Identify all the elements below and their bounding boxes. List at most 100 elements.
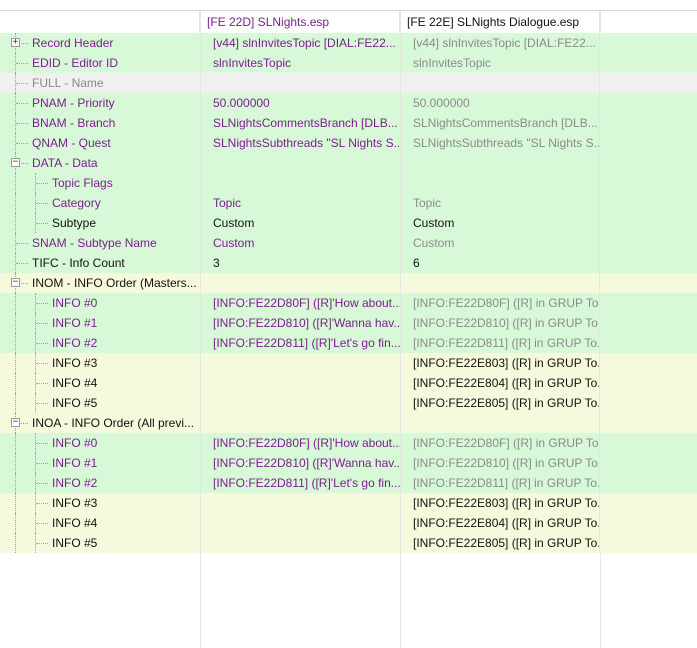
value-cell-plugin-1[interactable]: [INFO:FE22D80F] ([R]'How about... [200,293,400,313]
value-cell-plugin-2[interactable]: [INFO:FE22E803] ([R] in GRUP To... [400,493,600,513]
row-label-cell[interactable]: INFO #2 [0,473,200,493]
value-cell-plugin-1[interactable]: [v44] slnInvitesTopic [DIAL:FE22... [200,33,400,53]
value-cell-plugin-1[interactable] [200,393,400,413]
value-cell-plugin-2[interactable] [400,413,600,433]
collapse-icon[interactable]: − [11,418,20,427]
collapse-icon[interactable]: − [11,278,20,287]
value-cell-plugin-1[interactable]: 3 [200,253,400,273]
row-label-cell[interactable]: INFO #3 [0,493,200,513]
tree-row[interactable]: − DATA - Data [0,153,697,173]
row-label-cell[interactable]: INFO #5 [0,533,200,553]
tree-row[interactable]: + Record Header [v44] slnInvitesTopic [DIA… [0,33,697,53]
row-label-cell[interactable]: INFO #1 [0,453,200,473]
value-cell-plugin-1[interactable]: SLNightsCommentsBranch [DLB... [200,113,400,133]
row-label-cell[interactable]: SNAM - Subtype Name [0,233,200,253]
collapse-icon[interactable]: − [11,158,20,167]
value-cell-plugin-1[interactable]: Custom [200,213,400,233]
tree-row[interactable]: INFO #2 [INFO:FE22D811] ([R]'Let's go fin… [0,333,697,353]
header-plugin-1[interactable]: [FE 22D] SLNights.esp [200,11,400,33]
value-cell-plugin-2[interactable]: [INFO:FE22D80F] ([R] in GRUP To... [400,293,600,313]
row-label-cell[interactable]: Topic Flags [0,173,200,193]
value-cell-plugin-2[interactable]: [INFO:FE22D810] ([R] in GRUP To... [400,313,600,333]
tree-row[interactable]: INFO #1 [INFO:FE22D810] ([R]'Wanna hav...… [0,453,697,473]
row-label-cell[interactable]: INFO #5 [0,393,200,413]
value-cell-plugin-1[interactable] [200,153,400,173]
value-cell-plugin-1[interactable]: [INFO:FE22D810] ([R]'Wanna hav... [200,313,400,333]
tree-row[interactable]: Topic Flags [0,173,697,193]
tree-row[interactable]: PNAM - Priority 50.000000 50.000000 [0,93,697,113]
value-cell-plugin-2[interactable]: [INFO:FE22E804] ([R] in GRUP To... [400,513,600,533]
row-label-cell[interactable]: INFO #1 [0,313,200,333]
value-cell-plugin-2[interactable]: [INFO:FE22D811] ([R] in GRUP To... [400,473,600,493]
value-cell-plugin-1[interactable] [200,413,400,433]
value-cell-plugin-2[interactable]: [INFO:FE22E803] ([R] in GRUP To... [400,353,600,373]
value-cell-plugin-2[interactable] [400,153,600,173]
value-cell-plugin-2[interactable]: [INFO:FE22E804] ([R] in GRUP To... [400,373,600,393]
tree-row[interactable]: BNAM - Branch SLNightsCommentsBranch [DLB… [0,113,697,133]
tree-row[interactable]: − INOA - INFO Order (All previ... [0,413,697,433]
value-cell-plugin-2[interactable]: [INFO:FE22E805] ([R] in GRUP To... [400,533,600,553]
value-cell-plugin-1[interactable] [200,273,400,293]
row-label-cell[interactable]: TIFC - Info Count [0,253,200,273]
value-cell-plugin-1[interactable]: slnInvitesTopic [200,53,400,73]
value-cell-plugin-2[interactable]: [INFO:FE22D80F] ([R] in GRUP To... [400,433,600,453]
value-cell-plugin-1[interactable]: SLNightsSubthreads "SL Nights S... [200,133,400,153]
value-cell-plugin-2[interactable] [400,73,600,93]
tree-row[interactable]: INFO #0 [INFO:FE22D80F] ([R]'How about...… [0,433,697,453]
value-cell-plugin-2[interactable]: SLNightsCommentsBranch [DLB... [400,113,600,133]
tree-row[interactable]: INFO #5 [INFO:FE22E805] ([R] in GRUP To..… [0,533,697,553]
tree-row[interactable]: FULL - Name [0,73,697,93]
value-cell-plugin-2[interactable]: [INFO:FE22D810] ([R] in GRUP To... [400,453,600,473]
tree-row[interactable]: SNAM - Subtype Name Custom Custom [0,233,697,253]
tree-row[interactable]: INFO #3 [INFO:FE22E803] ([R] in GRUP To..… [0,493,697,513]
value-cell-plugin-2[interactable] [400,273,600,293]
tree-row[interactable]: Category Topic Topic [0,193,697,213]
value-cell-plugin-1[interactable]: [INFO:FE22D811] ([R]'Let's go fin... [200,473,400,493]
tree-row[interactable]: INFO #3 [INFO:FE22E803] ([R] in GRUP To..… [0,353,697,373]
tree-row[interactable]: INFO #1 [INFO:FE22D810] ([R]'Wanna hav...… [0,313,697,333]
row-label-cell[interactable]: EDID - Editor ID [0,53,200,73]
tree-row[interactable]: TIFC - Info Count 3 6 [0,253,697,273]
row-label-cell[interactable]: INFO #4 [0,373,200,393]
row-label-cell[interactable]: BNAM - Branch [0,113,200,133]
value-cell-plugin-2[interactable]: [INFO:FE22E805] ([R] in GRUP To... [400,393,600,413]
row-label-cell[interactable]: INFO #4 [0,513,200,533]
row-label-cell[interactable]: − INOA - INFO Order (All previ... [0,413,200,433]
value-cell-plugin-2[interactable]: [INFO:FE22D811] ([R] in GRUP To... [400,333,600,353]
value-cell-plugin-1[interactable]: Topic [200,193,400,213]
row-label-cell[interactable]: − INOM - INFO Order (Masters... [0,273,200,293]
tree-row[interactable]: Subtype Custom Custom [0,213,697,233]
row-label-cell[interactable]: INFO #2 [0,333,200,353]
value-cell-plugin-2[interactable]: 6 [400,253,600,273]
row-label-cell[interactable]: INFO #3 [0,353,200,373]
header-labels-column[interactable] [0,11,200,33]
tree-row[interactable]: INFO #0 [INFO:FE22D80F] ([R]'How about...… [0,293,697,313]
value-cell-plugin-1[interactable]: [INFO:FE22D811] ([R]'Let's go fin... [200,333,400,353]
value-cell-plugin-1[interactable] [200,373,400,393]
tree-row[interactable]: − INOM - INFO Order (Masters... [0,273,697,293]
value-cell-plugin-1[interactable] [200,533,400,553]
row-label-cell[interactable]: + Record Header [0,33,200,53]
value-cell-plugin-1[interactable]: [INFO:FE22D810] ([R]'Wanna hav... [200,453,400,473]
value-cell-plugin-1[interactable] [200,513,400,533]
tree-row[interactable]: INFO #2 [INFO:FE22D811] ([R]'Let's go fin… [0,473,697,493]
value-cell-plugin-1[interactable]: [INFO:FE22D80F] ([R]'How about... [200,433,400,453]
value-cell-plugin-2[interactable]: Custom [400,213,600,233]
header-plugin-2[interactable]: [FE 22E] SLNights Dialogue.esp [400,11,600,33]
row-label-cell[interactable]: QNAM - Quest [0,133,200,153]
tree-row[interactable]: QNAM - Quest SLNightsSubthreads "SL Night… [0,133,697,153]
value-cell-plugin-1[interactable]: Custom [200,233,400,253]
value-cell-plugin-2[interactable]: Topic [400,193,600,213]
row-label-cell[interactable]: INFO #0 [0,293,200,313]
value-cell-plugin-2[interactable]: slnInvitesTopic [400,53,600,73]
row-label-cell[interactable]: Category [0,193,200,213]
value-cell-plugin-1[interactable] [200,353,400,373]
row-label-cell[interactable]: FULL - Name [0,73,200,93]
value-cell-plugin-1[interactable] [200,73,400,93]
tree-row[interactable]: INFO #4 [INFO:FE22E804] ([R] in GRUP To..… [0,513,697,533]
tree-row[interactable]: INFO #4 [INFO:FE22E804] ([R] in GRUP To..… [0,373,697,393]
value-cell-plugin-2[interactable]: SLNightsSubthreads "SL Nights S... [400,133,600,153]
expand-icon[interactable]: + [11,38,20,47]
tree-row[interactable]: INFO #5 [INFO:FE22E805] ([R] in GRUP To..… [0,393,697,413]
value-cell-plugin-2[interactable] [400,173,600,193]
